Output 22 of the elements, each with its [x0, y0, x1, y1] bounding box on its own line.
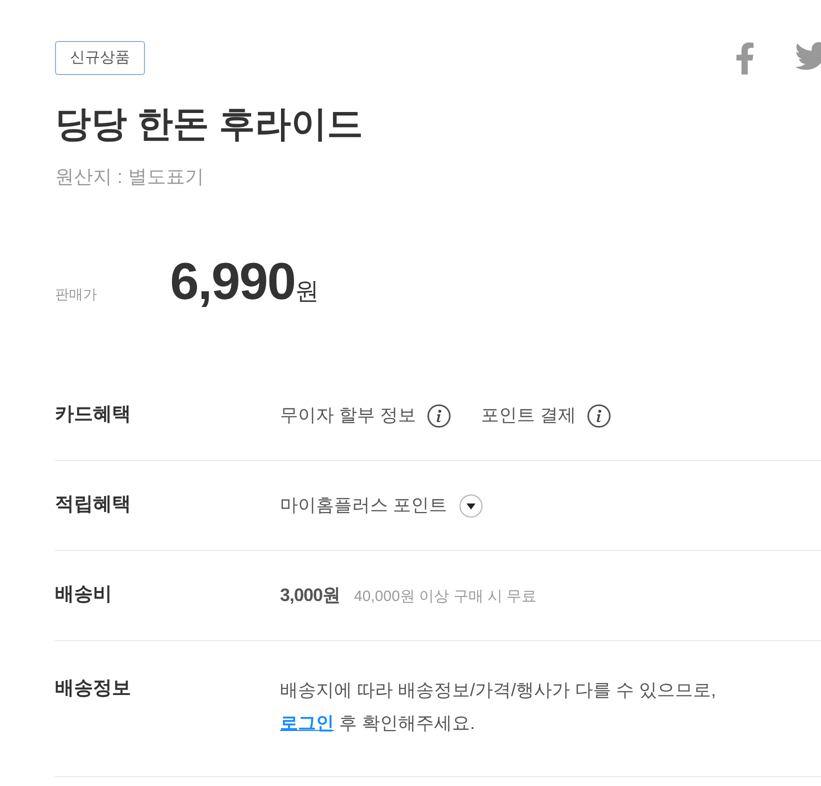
twitter-icon[interactable] — [795, 42, 821, 71]
price-label: 판매가 — [55, 285, 98, 304]
new-product-badge: 신규상품 — [55, 41, 145, 75]
shipping-fee: 3,000원 — [280, 584, 340, 607]
benefit-label: 포인트 결제 — [481, 404, 576, 427]
points-label: 마이홈플러스 포인트 — [280, 494, 448, 517]
info-label: 적립혜택 — [55, 493, 132, 518]
info-icon[interactable] — [587, 404, 612, 428]
free-shipping-note: 40,000원 이상 구매 시 무료 — [354, 587, 537, 607]
info-label: 배송비 — [55, 583, 113, 608]
info-label: 배송정보 — [55, 677, 132, 701]
info-icon[interactable] — [427, 404, 452, 428]
origin-text: 원산지 : 별도표기 — [55, 166, 205, 190]
delivery-notice: 배송지에 따라 배송정보/가격/행사가 다를 수 있으므로, 로그인 후 확인해주세요. — [280, 679, 716, 735]
facebook-icon[interactable] — [735, 42, 755, 75]
price-amount: 6,990 — [170, 252, 296, 313]
benefit-label: 무이자 할부 정보 — [280, 404, 416, 427]
price-unit: 원 — [295, 277, 320, 307]
caret-down-icon[interactable] — [459, 494, 484, 518]
info-label: 카드혜택 — [55, 403, 132, 428]
login-link[interactable]: 로그인 — [280, 713, 334, 733]
product-title: 당당 한돈 후라이드 — [55, 102, 364, 146]
